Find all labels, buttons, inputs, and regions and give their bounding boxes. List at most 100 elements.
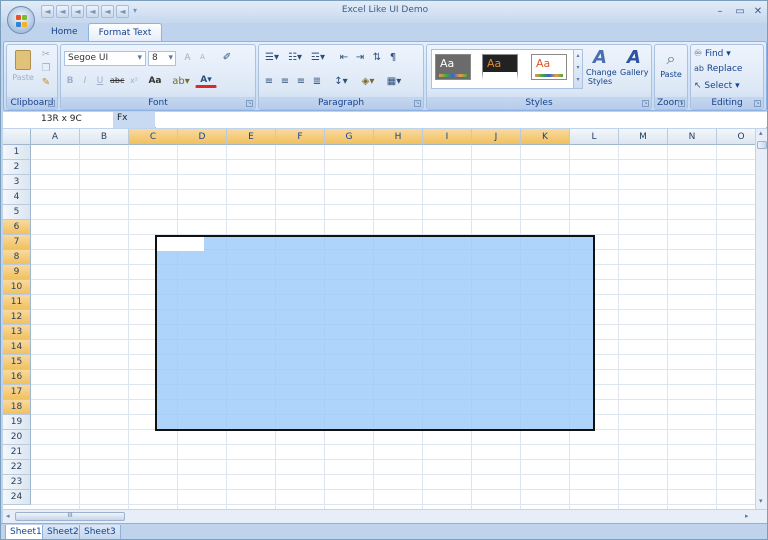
row-header[interactable]: 11 <box>3 295 31 310</box>
row-header[interactable]: 10 <box>3 280 31 295</box>
align-center-icon[interactable]: ≡ <box>278 75 292 89</box>
borders-icon[interactable]: ▦▾ <box>383 75 405 89</box>
cell-selection[interactable] <box>155 235 595 431</box>
clear-format-icon[interactable]: ✐ <box>219 51 235 65</box>
column-header[interactable]: E <box>227 129 276 145</box>
row-header[interactable]: 24 <box>3 490 31 505</box>
column-header[interactable]: N <box>668 129 717 145</box>
align-left-icon[interactable]: ≡ <box>262 75 276 89</box>
replace-button[interactable]: ab Replace <box>693 62 761 75</box>
cut-icon[interactable]: ✂ <box>39 48 53 60</box>
column-header[interactable]: K <box>521 129 570 145</box>
name-box[interactable]: 13R x 9C <box>3 112 113 128</box>
minimize-button[interactable]: – <box>713 6 727 18</box>
column-header[interactable]: L <box>570 129 619 145</box>
active-cell[interactable] <box>155 235 204 251</box>
font-family-select[interactable]: Segoe UI ▾ <box>64 51 146 66</box>
row-header[interactable]: 21 <box>3 445 31 460</box>
decrease-indent-icon[interactable]: ⇤ <box>337 51 351 65</box>
tab-home[interactable]: Home <box>41 23 88 41</box>
dialog-launcher-icon[interactable]: ↘ <box>246 100 253 107</box>
formula-input[interactable] <box>156 112 766 128</box>
format-painter-icon[interactable]: ✎ <box>39 76 53 88</box>
multilevel-list-icon[interactable]: ☲▾ <box>308 51 328 65</box>
grow-font-button[interactable]: A <box>181 52 194 65</box>
row-header[interactable]: 8 <box>3 250 31 265</box>
fx-label[interactable]: Fx <box>113 112 155 128</box>
increase-indent-icon[interactable]: ⇥ <box>353 51 367 65</box>
row-header[interactable]: 13 <box>3 325 31 340</box>
shading-icon[interactable]: ◈▾ <box>357 75 379 89</box>
close-button[interactable]: ✕ <box>751 6 765 18</box>
subscript-button[interactable]: x² <box>127 75 141 89</box>
row-header[interactable]: 17 <box>3 385 31 400</box>
column-header[interactable]: F <box>276 129 325 145</box>
column-header[interactable]: H <box>374 129 423 145</box>
row-header[interactable]: 16 <box>3 370 31 385</box>
change-case-button[interactable]: Aa <box>145 75 165 89</box>
gallery-scroll[interactable]: ▴ ▾ ▾ <box>573 49 583 89</box>
column-header[interactable]: O <box>717 129 755 145</box>
gallery-button[interactable]: A Gallery <box>619 47 649 95</box>
dialog-launcher-icon[interactable]: ↘ <box>754 100 761 107</box>
strikethrough-button[interactable]: abc <box>109 75 125 89</box>
column-header[interactable]: J <box>472 129 521 145</box>
column-header[interactable]: D <box>178 129 227 145</box>
font-color-icon[interactable]: A▾ <box>195 74 217 88</box>
vertical-scroll-thumb[interactable] <box>757 141 767 149</box>
row-header[interactable]: 3 <box>3 175 31 190</box>
underline-button[interactable]: U <box>94 75 106 89</box>
row-header[interactable]: 7 <box>3 235 31 250</box>
numbering-icon[interactable]: ☷▾ <box>285 51 305 65</box>
row-header[interactable]: 5 <box>3 205 31 220</box>
cell-area[interactable] <box>31 145 755 509</box>
italic-button[interactable]: I <box>79 75 91 89</box>
row-header[interactable]: 18 <box>3 400 31 415</box>
line-spacing-icon[interactable]: ↕▾ <box>331 75 351 89</box>
copy-icon[interactable]: ❐ <box>39 62 53 74</box>
scroll-up-icon[interactable]: ▴ <box>759 129 763 137</box>
sheet-tab-3[interactable]: Sheet3 <box>79 525 121 539</box>
column-header[interactable]: G <box>325 129 374 145</box>
style-swatch-black[interactable]: Aa <box>482 54 518 80</box>
pilcrow-icon[interactable]: ¶ <box>386 51 400 65</box>
column-header[interactable]: I <box>423 129 472 145</box>
bold-button[interactable]: B <box>64 75 76 89</box>
column-header[interactable]: A <box>31 129 80 145</box>
row-header[interactable]: 4 <box>3 190 31 205</box>
dialog-launcher-icon[interactable]: ↘ <box>414 100 421 107</box>
justify-icon[interactable]: ≣ <box>310 75 324 89</box>
dialog-launcher-icon[interactable]: ↘ <box>678 100 685 107</box>
style-swatch-light[interactable]: Aa <box>531 54 567 80</box>
scroll-down-icon[interactable]: ▾ <box>759 497 763 505</box>
row-header[interactable]: 1 <box>3 145 31 160</box>
vertical-scrollbar[interactable]: ▴ ▾ <box>755 129 767 509</box>
bullets-icon[interactable]: ☰▾ <box>262 51 282 65</box>
style-swatch-dark[interactable]: Aa <box>435 54 471 80</box>
row-header[interactable]: 19 <box>3 415 31 430</box>
tab-format-text[interactable]: Format Text <box>87 23 163 41</box>
sheet-tab-1[interactable]: Sheet1 <box>5 525 47 539</box>
column-header[interactable]: B <box>80 129 129 145</box>
scroll-left-icon[interactable]: ◂ <box>6 512 10 520</box>
row-header[interactable]: 14 <box>3 340 31 355</box>
horizontal-scrollbar[interactable]: ◂ III ▸ <box>3 509 767 523</box>
row-header[interactable]: 6 <box>3 220 31 235</box>
align-right-icon[interactable]: ≡ <box>294 75 308 89</box>
horizontal-scroll-thumb[interactable]: III <box>15 512 125 521</box>
find-button[interactable]: ♾ Find ▾ <box>693 47 761 60</box>
font-size-select[interactable]: 8 ▾ <box>148 51 176 66</box>
row-header[interactable]: 9 <box>3 265 31 280</box>
select-all-corner[interactable] <box>3 129 31 145</box>
highlight-color-icon[interactable]: ab▾ <box>170 75 192 89</box>
zoom-paste-button[interactable]: ⌕ Paste <box>656 47 686 91</box>
row-header[interactable]: 12 <box>3 310 31 325</box>
sort-icon[interactable]: ⇅ <box>370 51 384 65</box>
shrink-font-button[interactable]: A <box>196 52 209 65</box>
maximize-button[interactable]: ▭ <box>733 6 747 18</box>
column-header[interactable]: C <box>129 129 178 145</box>
scroll-right-icon[interactable]: ▸ <box>745 512 749 520</box>
sheet-tab-2[interactable]: Sheet2 <box>42 525 84 539</box>
row-header[interactable]: 2 <box>3 160 31 175</box>
row-header[interactable]: 15 <box>3 355 31 370</box>
